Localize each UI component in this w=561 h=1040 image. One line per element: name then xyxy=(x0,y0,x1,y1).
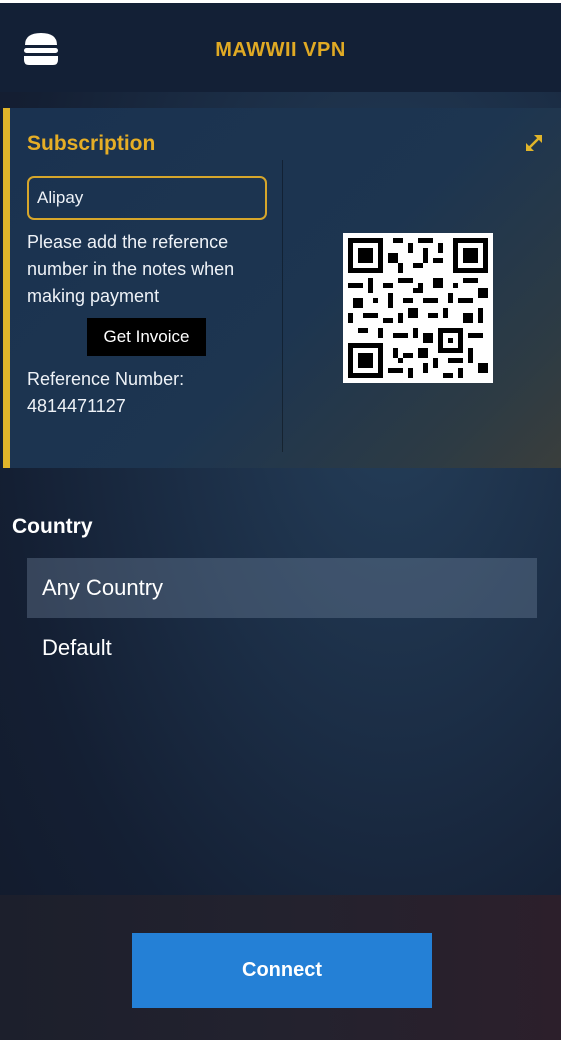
country-heading: Country xyxy=(12,515,93,538)
reference-number-value: 4814471127 xyxy=(27,396,126,416)
country-option-any-country[interactable]: Any Country xyxy=(27,558,537,618)
bottom-bar: Connect xyxy=(0,895,561,1040)
expand-icon[interactable] xyxy=(522,131,546,155)
payment-instructions: Please add the reference number in the n… xyxy=(27,232,235,306)
get-invoice-button[interactable]: Get Invoice xyxy=(87,318,206,356)
app-title: MAWWII VPN xyxy=(215,39,346,61)
reference-number-label: Reference Number: xyxy=(27,369,185,389)
panel-divider xyxy=(282,160,283,452)
top-bar: MAWWII VPN xyxy=(0,0,561,92)
payment-method-select[interactable]: Alipay xyxy=(27,176,267,220)
subscription-panel: Subscription Alipay Please add the refer… xyxy=(3,108,561,468)
country-option-default[interactable]: Default xyxy=(27,618,537,678)
country-list: Any Country Default xyxy=(27,558,537,678)
connect-button[interactable]: Connect xyxy=(132,933,432,1008)
qr-code xyxy=(343,233,493,383)
subscription-title: Subscription xyxy=(27,132,156,155)
